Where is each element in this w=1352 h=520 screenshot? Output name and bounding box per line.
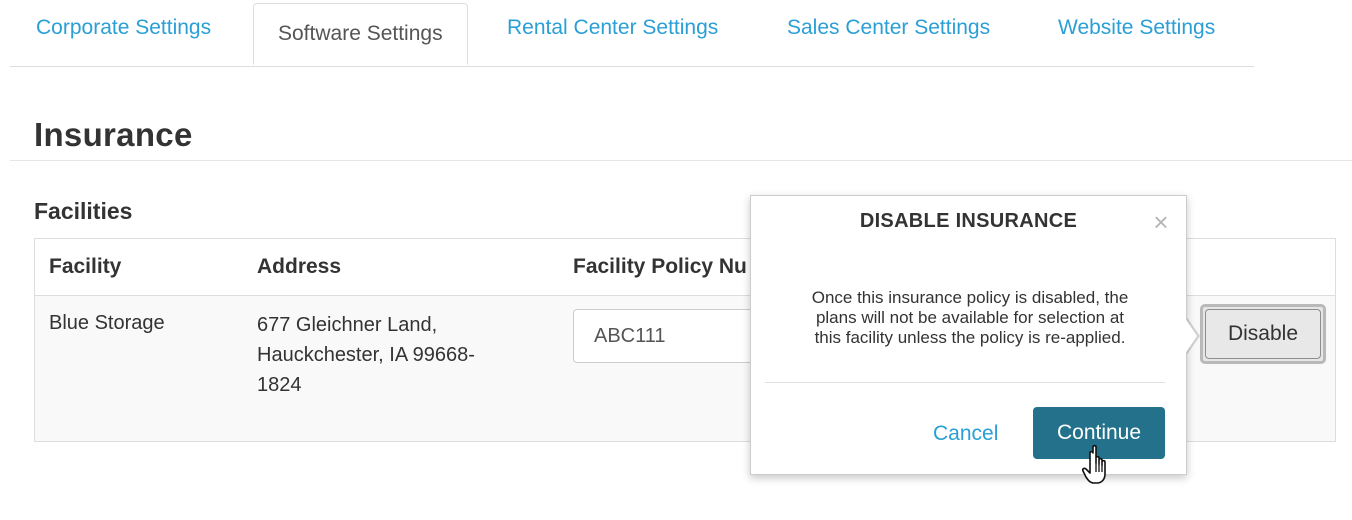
- message-line: Once this insurance policy is disabled, …: [811, 288, 1129, 307]
- facility-address: 677 Gleichner Land, Hauckchester, IA 996…: [257, 310, 475, 400]
- disable-button-label[interactable]: Disable: [1205, 309, 1321, 359]
- popover-divider: [765, 382, 1165, 383]
- cancel-button[interactable]: Cancel: [933, 422, 998, 446]
- column-header-facility: Facility: [49, 255, 122, 278]
- tab-corporate-settings[interactable]: Corporate Settings: [36, 16, 211, 40]
- settings-tabs: Corporate Settings Software Settings Ren…: [10, 0, 1254, 67]
- page-title: Insurance: [34, 116, 193, 153]
- disable-button[interactable]: Disable: [1200, 304, 1326, 364]
- facilities-heading: Facilities: [34, 198, 133, 224]
- tab-sales-center-settings[interactable]: Sales Center Settings: [787, 16, 990, 40]
- disable-insurance-popover: DISABLE INSURANCE × Once this insurance …: [750, 195, 1187, 475]
- address-line: 1824: [257, 374, 302, 396]
- section-divider: [10, 160, 1352, 161]
- column-header-address: Address: [257, 255, 342, 278]
- popover-title: DISABLE INSURANCE: [859, 210, 1078, 232]
- address-line: Hauckchester, IA 99668-: [257, 344, 475, 366]
- message-line: this facility unless the policy is re-ap…: [814, 328, 1126, 347]
- message-line: plans will not be available for selectio…: [815, 308, 1125, 327]
- tab-website-settings[interactable]: Website Settings: [1058, 16, 1215, 40]
- address-line: 677 Gleichner Land,: [257, 314, 438, 336]
- column-header-policy-number: Facility Policy Nu: [573, 255, 747, 278]
- hand-cursor-icon: [1081, 444, 1106, 484]
- popover-message: Once this insurance policy is disabled, …: [775, 288, 1165, 348]
- page: Corporate Settings Software Settings Ren…: [0, 0, 1352, 520]
- tab-software-settings[interactable]: Software Settings: [253, 3, 468, 65]
- tab-rental-center-settings[interactable]: Rental Center Settings: [507, 16, 718, 40]
- popover-arrow-fill: [1185, 318, 1197, 354]
- facility-name: Blue Storage: [49, 312, 165, 334]
- close-icon[interactable]: ×: [1149, 209, 1173, 235]
